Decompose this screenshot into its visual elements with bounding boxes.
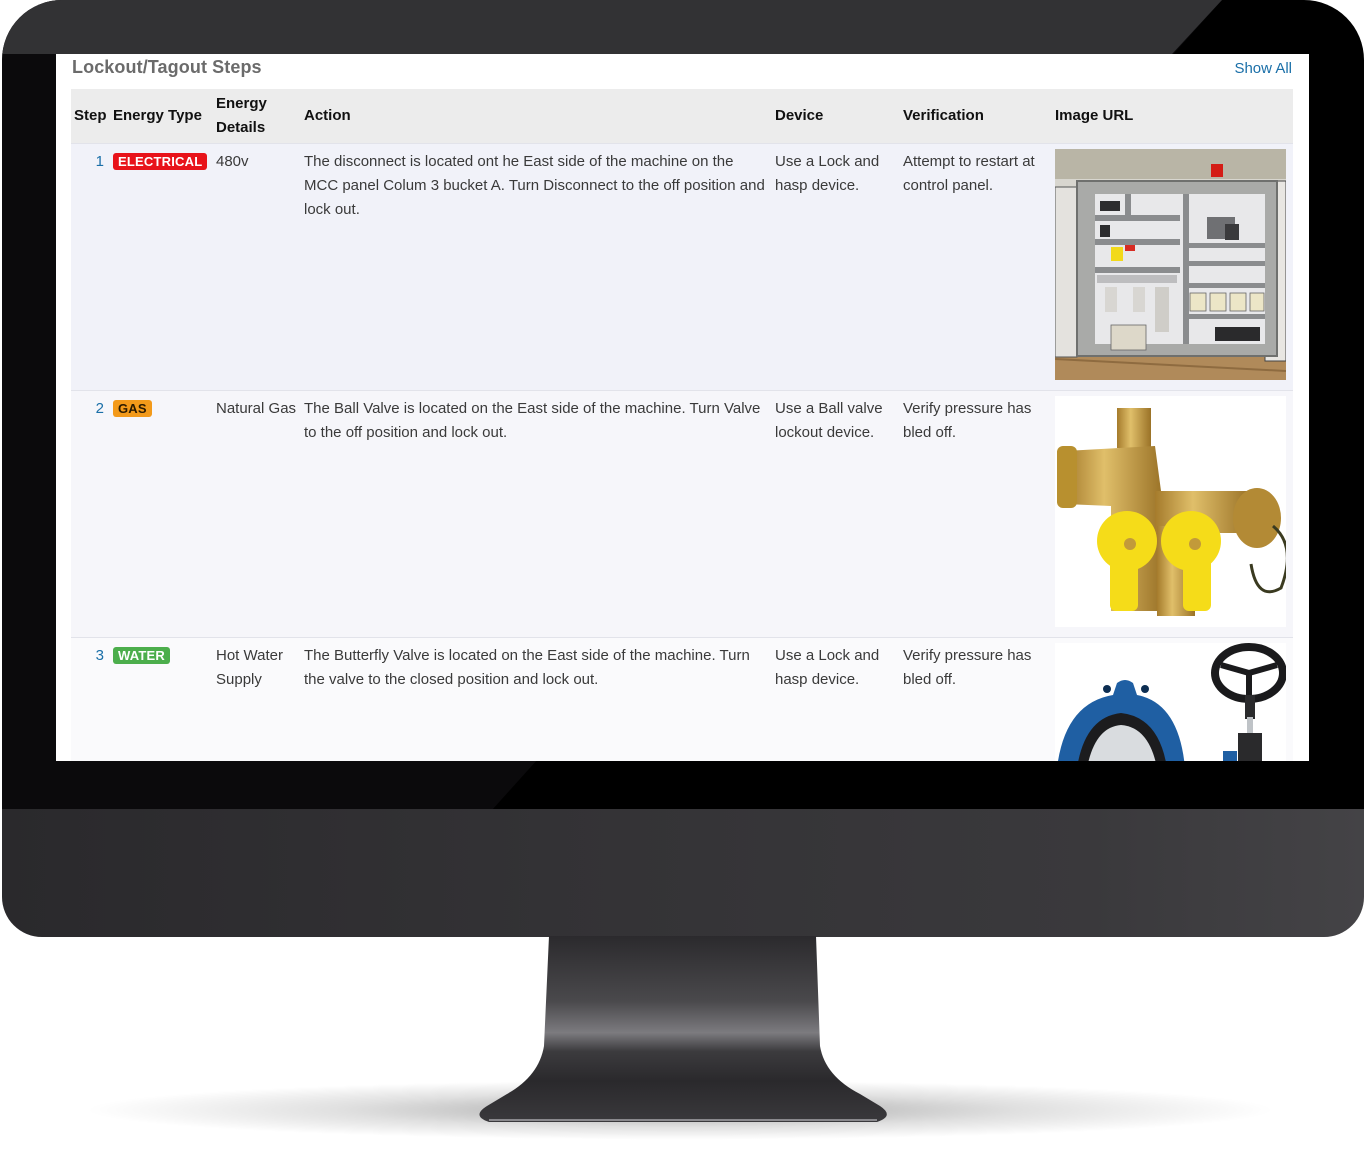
header-action[interactable]: Action (301, 89, 772, 144)
verification-text: Attempt to restart at control panel. (900, 143, 1052, 391)
header-device[interactable]: Device (772, 89, 900, 144)
show-all-link[interactable]: Show All (1234, 60, 1292, 77)
header-energy-type[interactable]: Energy Type (110, 89, 213, 144)
lockout-steps-table: Step Energy Type Energy Details Action D… (71, 89, 1293, 761)
panel-title: Lockout/Tagout Steps (72, 57, 262, 77)
electrical-panel-image[interactable] (1055, 149, 1286, 380)
table-row: 2 GAS Natural Gas The Ball Valve is loca… (71, 390, 1293, 638)
image-cell (1052, 390, 1293, 638)
header-step[interactable]: Step (71, 89, 110, 144)
energy-type-badge: WATER (113, 647, 170, 664)
verification-text: Verify pressure has bled off. (900, 637, 1052, 761)
device-text: Use a Lock and hasp device. (772, 637, 900, 761)
step-number: 3 (71, 637, 110, 761)
energy-type-cell: ELECTRICAL (110, 143, 213, 391)
energy-details: 480v (213, 143, 301, 391)
device-text: Use a Lock and hasp device. (772, 143, 900, 391)
table-row: 3 WATER Hot Water Supply The Butterfly V… (71, 637, 1293, 761)
action-text: The Ball Valve is located on the East si… (301, 390, 772, 638)
energy-details: Natural Gas (213, 390, 301, 638)
energy-type-badge: GAS (113, 400, 152, 417)
header-verification[interactable]: Verification (900, 89, 1052, 144)
energy-details: Hot Water Supply (213, 637, 301, 761)
step-number: 2 (71, 390, 110, 638)
screen: Lockout/Tagout Steps Show All Step Energ… (56, 54, 1309, 761)
monitor-stand (479, 936, 887, 1122)
verification-text: Verify pressure has bled off. (900, 390, 1052, 638)
header-energy-details[interactable]: Energy Details (213, 89, 301, 144)
action-text: The Butterfly Valve is located on the Ea… (301, 637, 772, 761)
image-cell (1052, 637, 1293, 761)
step-number: 1 (71, 143, 110, 391)
energy-type-badge: ELECTRICAL (113, 153, 208, 170)
table-row: 1 ELECTRICAL 480v The disconnect is loca… (71, 143, 1293, 391)
device-text: Use a Ball valve lockout device. (772, 390, 900, 638)
table-header-row: Step Energy Type Energy Details Action D… (71, 89, 1293, 144)
monitor-chin (2, 809, 1364, 937)
energy-type-cell: GAS (110, 390, 213, 638)
ball-valve-image[interactable] (1055, 396, 1286, 627)
image-cell (1052, 143, 1293, 391)
energy-type-cell: WATER (110, 637, 213, 761)
butterfly-valve-image[interactable] (1055, 643, 1286, 761)
header-image-url[interactable]: Image URL (1052, 89, 1293, 144)
action-text: The disconnect is located ont he East si… (301, 143, 772, 391)
